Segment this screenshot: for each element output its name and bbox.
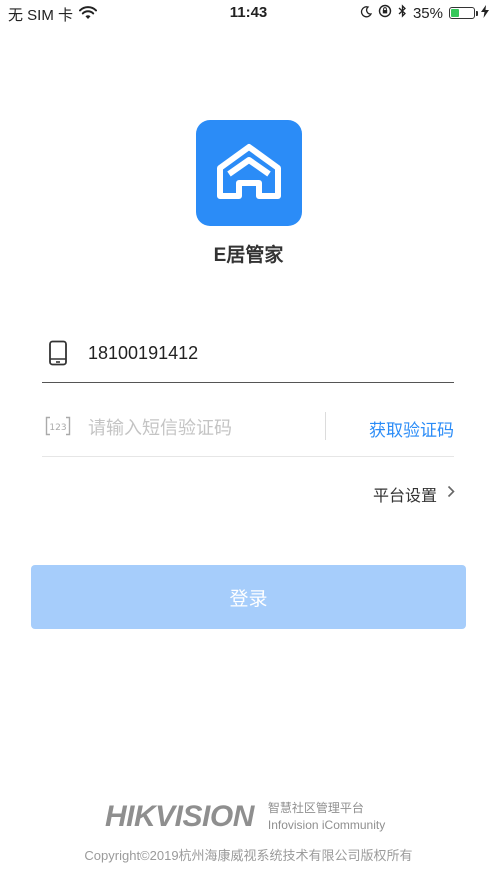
- get-code-button[interactable]: 获取验证码: [342, 414, 454, 442]
- tagline-en: Infovision iCommunity: [267, 818, 386, 832]
- battery-percent: 35%: [412, 4, 443, 22]
- sms-code-input[interactable]: [88, 415, 308, 441]
- hikvision-logo: HIKVISION: [105, 800, 254, 833]
- app-name: E居管家: [213, 245, 284, 266]
- brand-tagline: 智慧社区管理平台 Infovision iCommunity: [268, 800, 385, 834]
- login-button[interactable]: 登录: [31, 565, 466, 629]
- house-icon: [217, 144, 281, 199]
- rotation-lock-icon: [378, 4, 392, 22]
- code-row: 123 获取验证码: [42, 400, 454, 457]
- app-logo: [196, 120, 302, 226]
- phone-input[interactable]: [88, 340, 428, 366]
- phone-icon: [48, 340, 68, 371]
- platform-settings-link[interactable]: 平台设置: [373, 482, 455, 506]
- footer-brand: HIKVISION 智慧社区管理平台 Infovision iCommunity: [105, 800, 385, 834]
- moon-icon: [360, 5, 373, 22]
- platform-settings-label: 平台设置: [372, 488, 437, 505]
- code-divider: [325, 412, 326, 440]
- chevron-right-icon: [447, 485, 455, 503]
- status-right: 35%: [360, 4, 489, 22]
- svg-text:123: 123: [49, 423, 66, 433]
- charging-bolt-icon: [481, 4, 489, 22]
- status-bar: 无 SIM 卡 11:43 35%: [0, 0, 497, 28]
- tagline-cn: 智慧社区管理平台: [267, 801, 364, 815]
- code-123-icon: 123: [45, 416, 71, 441]
- battery-fill: [451, 9, 459, 17]
- phone-row: [42, 330, 454, 383]
- copyright-text: Copyright©2019杭州海康威视系统技术有限公司版权所有: [84, 848, 413, 863]
- bluetooth-icon: [398, 4, 407, 22]
- battery-icon: [449, 7, 478, 19]
